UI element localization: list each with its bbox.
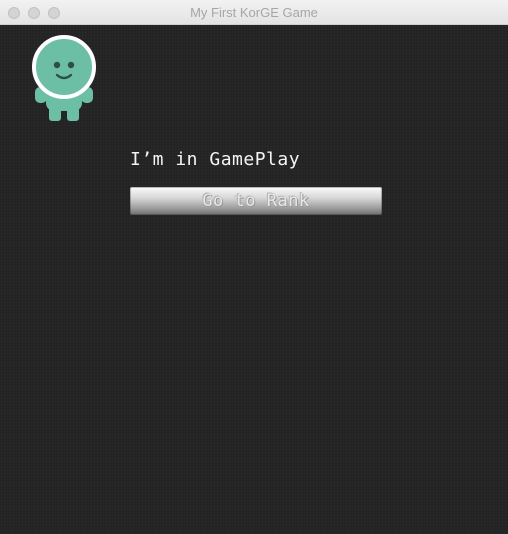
game-window: My First KorGE Game I’m in GamePlay Go t…: [0, 0, 508, 534]
scene-title: I’m in GamePlay: [130, 149, 301, 170]
go-to-rank-button-label: Go to Rank: [202, 191, 310, 211]
game-stage[interactable]: I’m in GamePlay Go to Rank: [0, 25, 508, 534]
title-bar[interactable]: My First KorGE Game: [0, 0, 508, 25]
window-title: My First KorGE Game: [190, 5, 318, 20]
alien-character-icon: [32, 35, 96, 121]
go-to-rank-button[interactable]: Go to Rank: [130, 187, 382, 215]
